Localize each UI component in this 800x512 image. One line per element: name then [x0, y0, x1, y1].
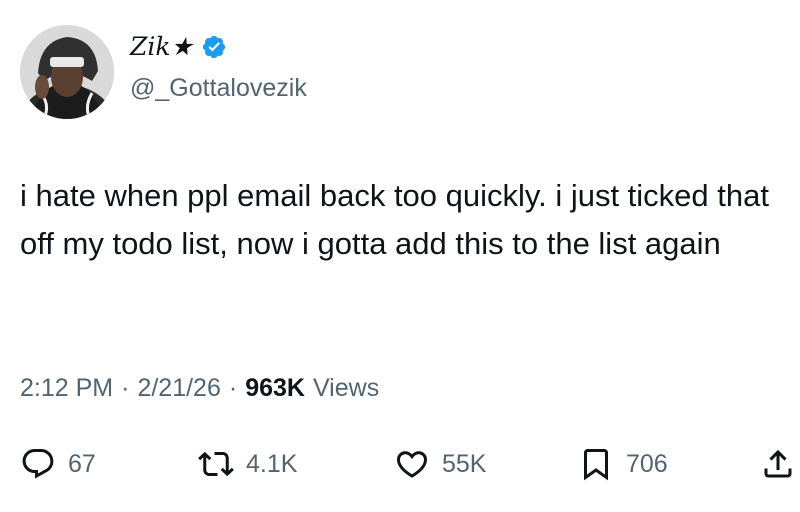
meta-separator: ·	[228, 374, 238, 402]
like-count: 55K	[442, 449, 487, 478]
avatar-image	[20, 25, 114, 119]
author-handle[interactable]: @_Gottalovezik	[130, 72, 307, 104]
tweet-text: i hate when ppl email back too quickly. …	[20, 178, 769, 261]
tweet-date[interactable]: 2/21/26	[137, 371, 220, 405]
verified-badge-icon	[201, 34, 227, 60]
reply-icon	[22, 449, 54, 479]
retweet-count: 4.1K	[246, 449, 298, 478]
like-icon	[396, 451, 428, 478]
action-bar: 67 4.1K 55K 706	[0, 440, 800, 488]
share-button[interactable]	[760, 440, 796, 488]
bookmark-count: 706	[626, 449, 668, 478]
avatar[interactable]	[20, 25, 114, 119]
share-icon	[764, 449, 792, 478]
views-label: Views	[312, 374, 380, 402]
retweet-button[interactable]: 4.1K	[198, 440, 297, 488]
reply-button[interactable]: 67	[20, 440, 96, 488]
meta-separator: ·	[121, 374, 130, 402]
bookmark-icon	[584, 449, 608, 481]
tweet-time[interactable]: 2:12 PM	[20, 371, 113, 405]
reply-count: 67	[68, 449, 96, 478]
like-button[interactable]: 55K	[394, 440, 486, 488]
views-count: 963K	[245, 374, 305, 402]
display-name[interactable]: Zik★	[130, 30, 193, 64]
author-name-row: Zik★	[130, 30, 227, 64]
tweet-meta: 2:12 PM · 2/21/26 · 963K Views	[20, 371, 379, 405]
bookmark-button[interactable]: 706	[578, 440, 668, 488]
retweet-icon	[198, 451, 234, 477]
